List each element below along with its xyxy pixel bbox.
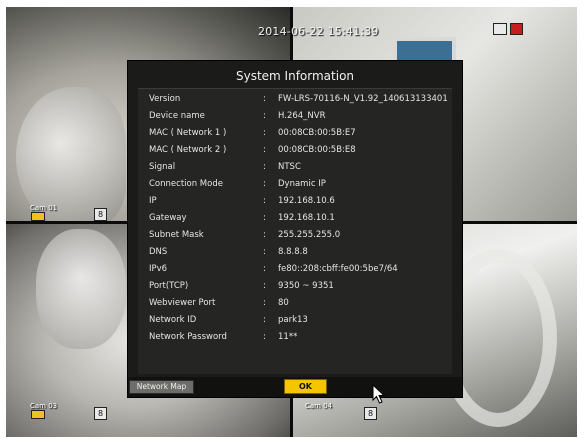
info-label: Subnet Mask [149,230,204,240]
separator: : [263,298,266,308]
info-label: Version [149,94,181,104]
info-label: MAC ( Network 1 ) [149,128,227,138]
info-value: Dynamic IP [278,179,326,189]
info-row-mac-1: MAC ( Network 1 ) : 00:08CB:00:5B:E7 [138,128,458,143]
info-label: IP [149,196,157,206]
network-map-button[interactable]: Network Map [129,380,194,394]
separator: : [263,145,266,155]
camera-1-channel-badge: 8 [94,208,107,221]
info-value: 00:08CB:00:5B:E8 [278,145,356,155]
info-value: 00:08CB:00:5B:E7 [278,128,356,138]
info-row-subnet-mask: Subnet Mask : 255.255.255.0 [138,230,458,245]
info-row-network-id: Network ID : park13 [138,315,458,330]
camera-grid: 2014-06-22 15:41:39 Cam 01 8 Cam 03 8 Ca… [6,7,577,437]
camera-4-channel-badge: 8 [364,407,377,420]
info-row-dns: DNS : 8.8.8.8 [138,247,458,262]
info-row-network-password: Network Password : 11** [138,332,458,347]
separator: : [263,196,266,206]
camera-4-label: Cam 04 [305,402,333,410]
info-value: park13 [278,315,308,325]
separator: : [263,179,266,189]
camera-3-label: Cam 03 [30,402,58,410]
camera-1-record-icon [31,212,45,221]
info-value: FW-LRS-70116-N_V1.92_140613133401 [278,94,448,104]
separator: : [263,247,266,257]
camera-1-scene [16,87,126,221]
info-label: Signal [149,162,176,172]
info-row-mac-2: MAC ( Network 2 ) : 00:08CB:00:5B:E8 [138,145,458,160]
info-value: 8.8.8.8 [278,247,308,257]
info-row-gateway: Gateway : 192.168.10.1 [138,213,458,228]
info-label: DNS [149,247,168,257]
separator: : [263,315,266,325]
info-row-version: Version : FW-LRS-70116-N_V1.92_140613133… [138,94,458,109]
info-row-ip: IP : 192.168.10.6 [138,196,458,211]
separator: : [263,230,266,240]
separator: : [263,213,266,223]
hdd-icon [493,23,507,35]
info-value: 11** [278,332,298,342]
info-row-ipv6: IPv6 : fe80::208:cbff:fe00:5be7/64 [138,264,458,279]
info-row-device-name: Device name : H.264_NVR [138,111,458,126]
separator: : [263,332,266,342]
info-label: Port(TCP) [149,281,189,291]
info-value: 192.168.10.6 [278,196,335,206]
separator: : [263,128,266,138]
info-label: Connection Mode [149,179,223,189]
camera-3-record-icon [31,410,45,419]
info-value: H.264_NVR [278,111,326,121]
info-row-connection-mode: Connection Mode : Dynamic IP [138,179,458,194]
info-row-signal: Signal : NTSC [138,162,458,177]
info-value: 192.168.10.1 [278,213,335,223]
info-label: Network ID [149,315,197,325]
info-label: Device name [149,111,205,121]
system-information-dialog: System Information Version : FW-LRS-7011… [128,61,462,397]
info-value: fe80::208:cbff:fe00:5be7/64 [278,264,398,274]
separator: : [263,111,266,121]
info-label: IPv6 [149,264,168,274]
ok-button[interactable]: OK [284,379,327,394]
separator: : [263,264,266,274]
separator: : [263,94,266,104]
record-icon [510,23,523,35]
datetime-display: 2014-06-22 15:41:39 [258,25,379,38]
separator: : [263,162,266,172]
info-label: Network Password [149,332,227,342]
camera-3-scene [36,229,126,349]
status-icons [493,23,523,35]
info-label: Gateway [149,213,187,223]
info-row-webviewer-port: Webviewer Port : 80 [138,298,458,313]
info-value: 255.255.255.0 [278,230,341,240]
camera-3-channel-badge: 8 [94,407,107,420]
info-value: 9350 ~ 9351 [278,281,334,291]
info-row-port-tcp: Port(TCP) : 9350 ~ 9351 [138,281,458,296]
dialog-title: System Information [235,69,355,83]
info-label: Webviewer Port [149,298,216,308]
separator: : [263,281,266,291]
info-label: MAC ( Network 2 ) [149,145,227,155]
info-value: NTSC [278,162,301,172]
info-value: 80 [278,298,289,308]
camera-1-label: Cam 01 [30,204,58,212]
